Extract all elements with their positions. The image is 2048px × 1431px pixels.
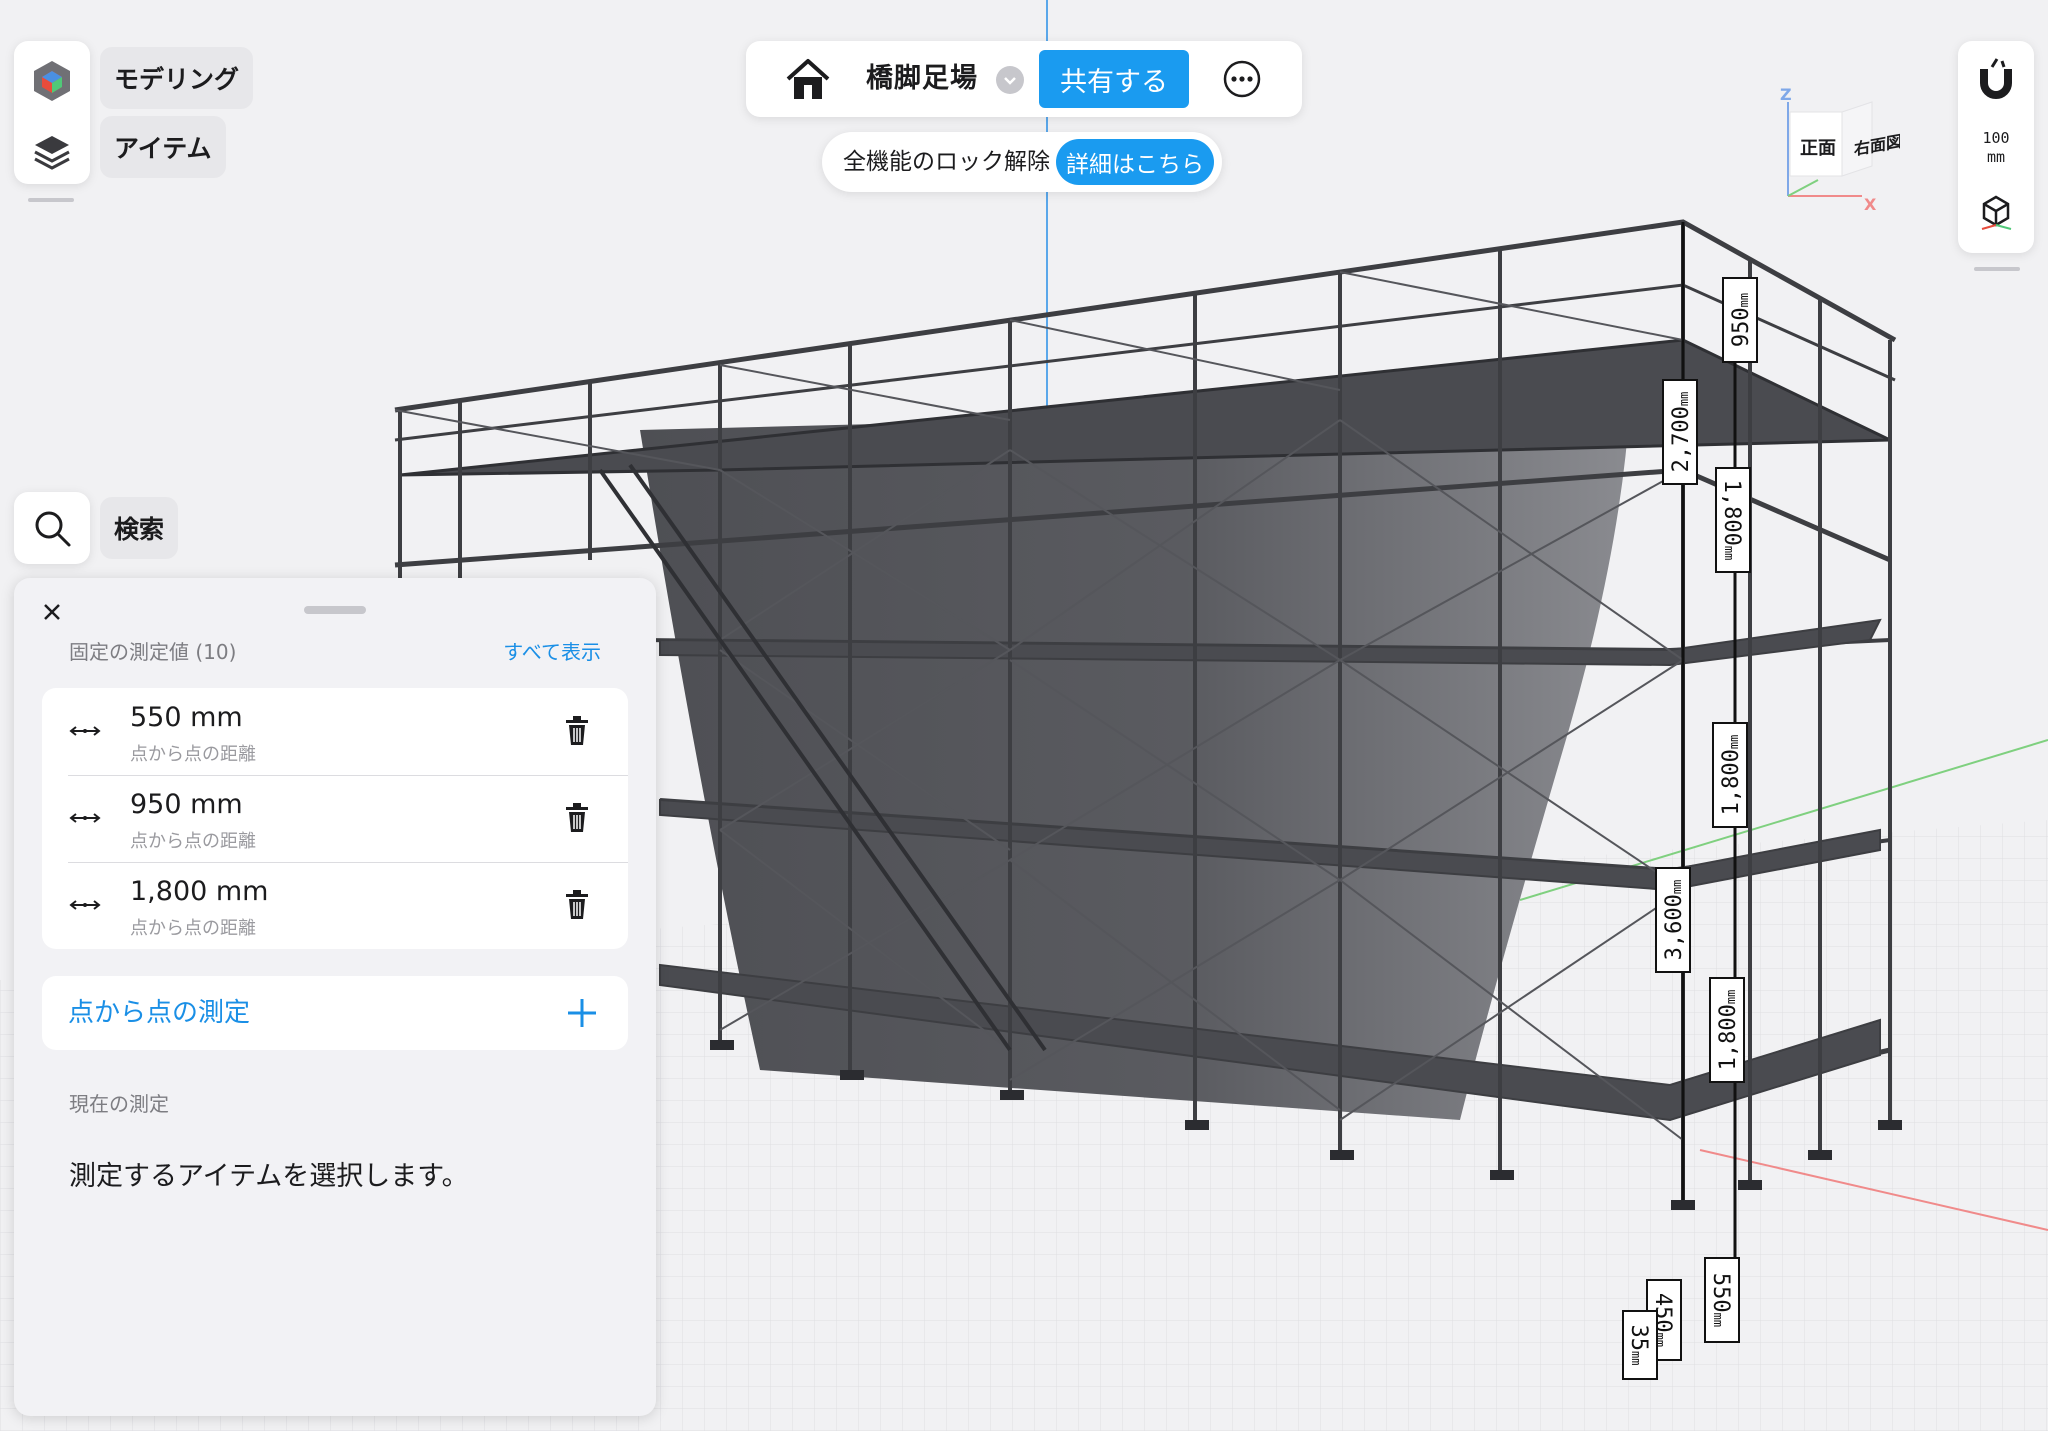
- add-point-to-point-measure-button[interactable]: 点から点の測定: [42, 976, 628, 1050]
- distance-icon: [69, 813, 101, 823]
- measurement-panel: 固定の測定値 (10) すべて表示 550 mm 点から点の距離 950 mm …: [14, 578, 656, 1416]
- add-measure-label: 点から点の測定: [68, 998, 251, 1028]
- origin-gizmo-icon[interactable]: [1978, 191, 2014, 231]
- axis-z-label: Z: [1780, 88, 1792, 104]
- items-label: アイテム: [114, 134, 212, 163]
- current-measurement-header: 現在の測定: [69, 1092, 169, 1116]
- select-item-instruction: 測定するアイテムを選択します。: [69, 1161, 469, 1192]
- panel-grabber[interactable]: [304, 606, 366, 614]
- snap-unit: mm: [1986, 148, 2006, 166]
- view-cube[interactable]: Z X 正面 右面図: [1780, 85, 1902, 214]
- dimension-unit: mm: [1677, 392, 1691, 406]
- share-label: 共有する: [1060, 66, 1168, 98]
- trash-icon[interactable]: [564, 716, 590, 746]
- measurement-row[interactable]: 950 mm 点から点の距離: [42, 775, 628, 862]
- plus-icon: [568, 999, 596, 1027]
- search-icon: [35, 511, 71, 547]
- layers-icon[interactable]: [16, 121, 88, 183]
- show-all-link[interactable]: すべて表示: [503, 636, 601, 665]
- unlock-banner: 全機能のロック解除 詳細はこちら: [822, 132, 1222, 192]
- project-title[interactable]: 橋脚足場: [866, 41, 978, 117]
- sidebar-divider: [28, 198, 74, 202]
- measurement-type: 点から点の距離: [130, 831, 256, 852]
- dimension-unit: mm: [1670, 880, 1684, 894]
- distance-icon: [69, 900, 101, 910]
- dimension-unit: mm: [1724, 990, 1738, 1004]
- modeling-cube-icon[interactable]: [16, 50, 88, 112]
- details-label: 詳細はこちら: [1066, 152, 1204, 178]
- project-bar: 橋脚足場 共有する: [746, 41, 1302, 117]
- modeling-tab[interactable]: モデリング: [100, 47, 254, 109]
- close-button[interactable]: [34, 594, 70, 630]
- items-tab[interactable]: アイテム: [100, 116, 226, 178]
- measurement-value: 1,800 mm: [130, 876, 269, 907]
- right-toolbar: 100 mm: [1958, 41, 2034, 253]
- unlock-text: 全機能のロック解除: [843, 149, 1050, 175]
- measurement-type: 点から点の距離: [130, 918, 256, 939]
- pinned-measurement-list: 550 mm 点から点の距離 950 mm 点から点の距離 1,800 mm 点…: [42, 688, 628, 949]
- dimension-unit: mm: [1722, 546, 1736, 560]
- dimension-unit: mm: [1737, 293, 1751, 307]
- dimension-unit: mm: [1727, 735, 1741, 749]
- dimension-unit: mm: [1629, 1351, 1643, 1365]
- measurement-row[interactable]: 1,800 mm 点から点の距離: [42, 862, 628, 949]
- axis-x-label: X: [1864, 195, 1877, 210]
- distance-icon: [69, 726, 101, 736]
- measurement-value: 950 mm: [130, 789, 243, 820]
- modeling-label: モデリング: [114, 65, 240, 94]
- home-icon[interactable]: [784, 55, 832, 103]
- measurement-row[interactable]: 550 mm 点から点の距離: [42, 688, 628, 775]
- snap-value: 100: [1982, 129, 2010, 147]
- search-label: 検索: [114, 515, 165, 544]
- search-button[interactable]: [14, 492, 90, 564]
- magnet-snap-icon[interactable]: [1978, 57, 2014, 101]
- trash-icon[interactable]: [564, 803, 590, 833]
- close-icon: [44, 604, 60, 620]
- snap-size[interactable]: 100 mm: [1958, 129, 2034, 167]
- pinned-measurements-header: 固定の測定値 (10): [69, 640, 237, 664]
- chevron-down-icon[interactable]: [996, 66, 1024, 94]
- more-icon[interactable]: [1222, 59, 1262, 99]
- share-button[interactable]: 共有する: [1039, 50, 1189, 108]
- measurement-value: 550 mm: [130, 702, 243, 733]
- measurement-type: 点から点の距離: [130, 744, 256, 765]
- front-face-label[interactable]: 正面: [1800, 138, 1836, 159]
- right-toolbar-divider: [1974, 267, 2020, 271]
- dimension-unit: mm: [1711, 1313, 1725, 1327]
- details-button[interactable]: 詳細はこちら: [1056, 139, 1214, 185]
- trash-icon[interactable]: [564, 890, 590, 920]
- search-tab[interactable]: 検索: [100, 497, 179, 559]
- mode-switcher: [14, 41, 90, 184]
